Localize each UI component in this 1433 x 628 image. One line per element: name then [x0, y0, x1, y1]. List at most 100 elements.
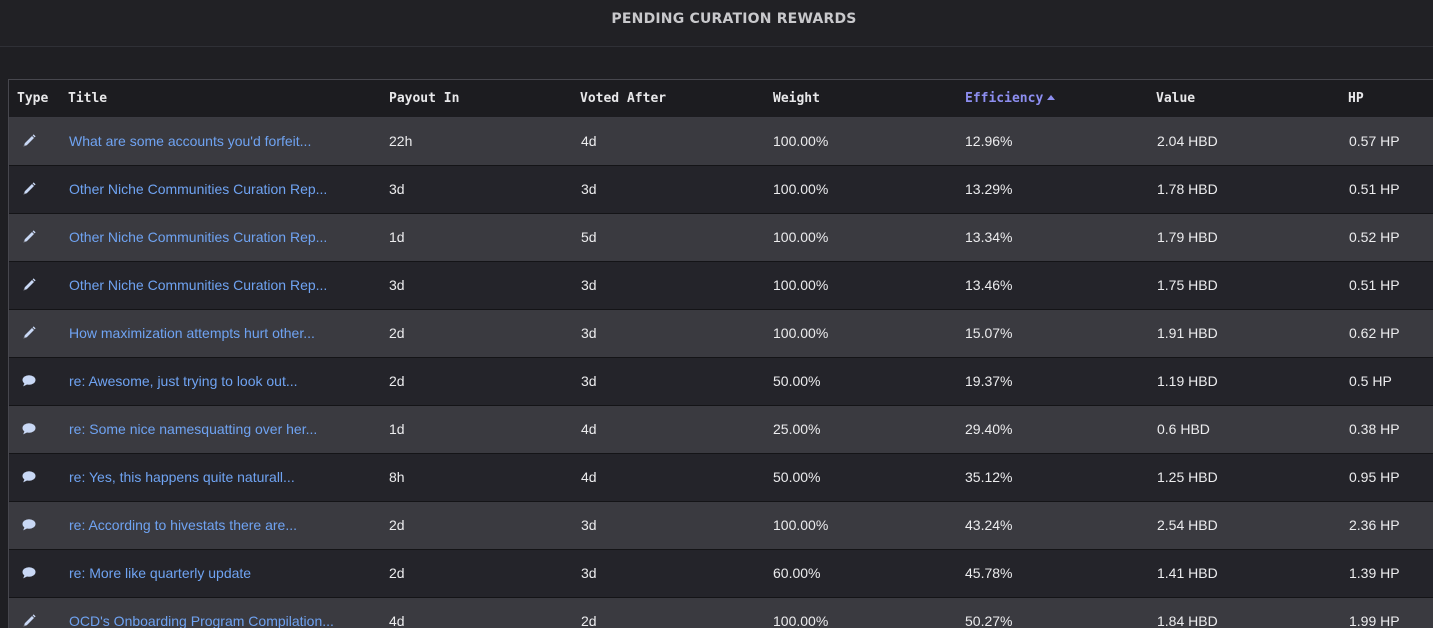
cell-hp: 0.52 HP [1349, 229, 1400, 245]
column-header-title[interactable]: Title [68, 91, 107, 106]
table-header-row: Type Title Payout In Voted After Weight … [9, 80, 1433, 118]
cell-efficiency: 13.46% [965, 277, 1013, 293]
pencil-icon[interactable] [21, 277, 37, 293]
cell-voted-after: 4d [581, 421, 597, 437]
cell-payout-in: 3d [389, 277, 405, 293]
cell-payout-in: 2d [389, 517, 405, 533]
cell-value: 0.6 HBD [1157, 421, 1210, 437]
column-header-efficiency[interactable]: Efficiency [965, 91, 1056, 106]
table-row: re: Some nice namesquatting over her... 1… [9, 406, 1433, 454]
cell-weight: 100.00% [773, 277, 829, 293]
sort-ascending-icon [1047, 95, 1056, 100]
post-title-link[interactable]: Other Niche Communities Curation Rep... [69, 262, 327, 309]
cell-efficiency: 13.34% [965, 229, 1013, 245]
curation-rewards-table: Type Title Payout In Voted After Weight … [8, 79, 1433, 628]
column-header-weight[interactable]: Weight [773, 91, 820, 106]
cell-value: 2.54 HBD [1157, 517, 1218, 533]
post-title-link[interactable]: How maximization attempts hurt other... [69, 310, 315, 357]
cell-payout-in: 2d [389, 565, 405, 581]
column-header-type[interactable]: Type [17, 91, 48, 106]
cell-weight: 50.00% [773, 373, 821, 389]
cell-efficiency: 13.29% [965, 181, 1013, 197]
comment-icon[interactable] [21, 517, 37, 533]
cell-payout-in: 1d [389, 229, 405, 245]
post-title-link[interactable]: re: Yes, this happens quite naturall... [69, 454, 295, 501]
column-header-value[interactable]: Value [1156, 91, 1195, 106]
cell-value: 1.41 HBD [1157, 565, 1218, 581]
pencil-icon[interactable] [21, 229, 37, 245]
cell-efficiency: 50.27% [965, 613, 1013, 628]
comment-icon[interactable] [21, 421, 37, 437]
cell-efficiency: 43.24% [965, 517, 1013, 533]
cell-value: 2.04 HBD [1157, 133, 1218, 149]
panel-title: PENDING CURATION REWARDS [611, 11, 857, 27]
post-title-link[interactable]: re: According to hivestats there are... [69, 502, 297, 549]
cell-hp: 2.36 HP [1349, 517, 1400, 533]
cell-voted-after: 2d [581, 613, 597, 628]
cell-value: 1.25 HBD [1157, 469, 1218, 485]
cell-voted-after: 5d [581, 229, 597, 245]
table-row: re: According to hivestats there are... 2… [9, 502, 1433, 550]
cell-voted-after: 3d [581, 181, 597, 197]
post-title-link[interactable]: What are some accounts you'd forfeit... [69, 118, 311, 165]
comment-icon[interactable] [21, 565, 37, 581]
cell-payout-in: 4d [389, 613, 405, 628]
comment-icon[interactable] [21, 373, 37, 389]
post-title-link[interactable]: re: Awesome, just trying to look out... [69, 358, 298, 405]
pencil-icon[interactable] [21, 325, 37, 341]
cell-payout-in: 22h [389, 133, 413, 149]
cell-payout-in: 3d [389, 181, 405, 197]
cell-efficiency: 35.12% [965, 469, 1013, 485]
cell-weight: 100.00% [773, 517, 829, 533]
cell-payout-in: 2d [389, 373, 405, 389]
cell-hp: 0.51 HP [1349, 181, 1400, 197]
cell-weight: 100.00% [773, 133, 829, 149]
cell-weight: 25.00% [773, 421, 821, 437]
cell-weight: 100.00% [773, 325, 829, 341]
pencil-icon[interactable] [21, 613, 37, 628]
table-row: OCD's Onboarding Program Compilation... 4… [9, 598, 1433, 628]
cell-value: 1.91 HBD [1157, 325, 1218, 341]
cell-value: 1.78 HBD [1157, 181, 1218, 197]
cell-payout-in: 1d [389, 421, 405, 437]
cell-voted-after: 3d [581, 565, 597, 581]
comment-icon[interactable] [21, 469, 37, 485]
cell-hp: 0.62 HP [1349, 325, 1400, 341]
cell-hp: 1.39 HP [1349, 565, 1400, 581]
pencil-icon[interactable] [21, 133, 37, 149]
cell-voted-after: 3d [581, 277, 597, 293]
cell-efficiency: 19.37% [965, 373, 1013, 389]
column-header-payout-in[interactable]: Payout In [389, 91, 459, 106]
table-row: re: More like quarterly update 2d 3d 60.00%… [9, 550, 1433, 598]
cell-efficiency: 15.07% [965, 325, 1013, 341]
cell-payout-in: 8h [389, 469, 405, 485]
post-title-link[interactable]: re: More like quarterly update [69, 550, 251, 597]
table-row: What are some accounts you'd forfeit... 2… [9, 118, 1433, 166]
cell-hp: 0.57 HP [1349, 133, 1400, 149]
cell-value: 1.84 HBD [1157, 613, 1218, 628]
cell-hp: 0.51 HP [1349, 277, 1400, 293]
table-row: re: Awesome, just trying to look out... 2… [9, 358, 1433, 406]
cell-weight: 60.00% [773, 565, 821, 581]
pencil-icon[interactable] [21, 181, 37, 197]
column-header-voted-after[interactable]: Voted After [580, 91, 666, 106]
table-row: How maximization attempts hurt other... 2… [9, 310, 1433, 358]
post-title-link[interactable]: OCD's Onboarding Program Compilation... [69, 598, 334, 628]
table-row: re: Yes, this happens quite naturall... 8… [9, 454, 1433, 502]
post-title-link[interactable]: Other Niche Communities Curation Rep... [69, 214, 327, 261]
post-title-link[interactable]: Other Niche Communities Curation Rep... [69, 166, 327, 213]
cell-efficiency: 12.96% [965, 133, 1013, 149]
cell-weight: 100.00% [773, 613, 829, 628]
cell-voted-after: 3d [581, 517, 597, 533]
table-row: Other Niche Communities Curation Rep... 1… [9, 214, 1433, 262]
cell-hp: 0.38 HP [1349, 421, 1400, 437]
column-header-hp[interactable]: HP [1348, 91, 1364, 106]
cell-value: 1.19 HBD [1157, 373, 1218, 389]
cell-hp: 0.5 HP [1349, 373, 1392, 389]
post-title-link[interactable]: re: Some nice namesquatting over her... [69, 406, 317, 453]
cell-voted-after: 3d [581, 325, 597, 341]
panel-header: PENDING CURATION REWARDS [0, 0, 1433, 47]
cell-value: 1.75 HBD [1157, 277, 1218, 293]
cell-weight: 100.00% [773, 181, 829, 197]
cell-hp: 0.95 HP [1349, 469, 1400, 485]
